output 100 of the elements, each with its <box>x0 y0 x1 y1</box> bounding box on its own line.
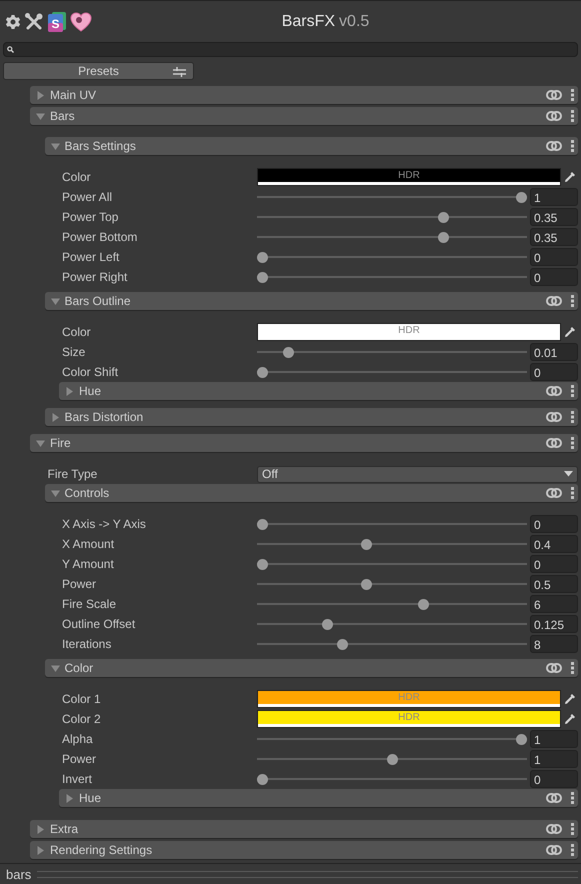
link-icon[interactable] <box>546 141 562 151</box>
caret-icon <box>564 471 573 477</box>
slider-thumb[interactable] <box>322 618 333 630</box>
presets-button[interactable]: Presets <box>3 62 194 80</box>
section-header[interactable]: Bars <box>30 107 578 125</box>
section-title: Color <box>64 661 94 675</box>
link-icon[interactable] <box>546 90 562 100</box>
value-field[interactable]: 0 <box>530 268 578 286</box>
slider-thumb[interactable] <box>257 252 268 262</box>
value-field[interactable]: 0 <box>530 515 578 533</box>
slider-thumb[interactable] <box>337 638 348 650</box>
link-icon[interactable] <box>546 488 562 498</box>
menu-icon[interactable] <box>571 110 574 122</box>
tools-icon[interactable] <box>24 12 44 32</box>
slider-thumb[interactable] <box>257 518 268 530</box>
link-icon[interactable] <box>546 386 562 396</box>
value-field[interactable]: 0 <box>530 363 578 381</box>
collapsed-triangle-icon[interactable] <box>65 794 74 802</box>
link-icon[interactable] <box>546 793 562 803</box>
property-label: Fire Type <box>48 467 98 481</box>
collapsed-triangle-icon[interactable] <box>50 412 60 422</box>
value-field[interactable]: 0 <box>530 770 578 788</box>
value-field[interactable]: 0 <box>530 248 578 266</box>
menu-icon[interactable] <box>571 140 574 152</box>
collapsed-triangle-icon[interactable] <box>36 90 45 100</box>
section-header[interactable]: Bars Distortion <box>44 408 578 426</box>
menu-icon[interactable] <box>571 662 574 674</box>
expanded-triangle-icon[interactable] <box>50 142 60 150</box>
section-title: Bars <box>50 109 76 123</box>
slider-thumb[interactable] <box>438 232 450 242</box>
section-header[interactable]: Hue <box>59 382 578 400</box>
link-icon[interactable] <box>546 845 562 855</box>
eyedropper-icon[interactable] <box>564 171 576 183</box>
gear-icon[interactable] <box>5 14 21 30</box>
slider-thumb[interactable] <box>516 734 527 744</box>
value-field[interactable]: 0.5 <box>530 575 578 593</box>
menu-icon[interactable] <box>571 487 574 499</box>
section-header[interactable]: Main UV <box>30 86 578 104</box>
menu-icon[interactable] <box>571 385 574 397</box>
section-header[interactable]: Controls <box>44 484 578 502</box>
slider-thumb[interactable] <box>360 578 372 590</box>
section-header[interactable]: Hue <box>59 789 578 807</box>
value-field[interactable]: 0.125 <box>530 615 578 633</box>
section-title: Fire <box>50 436 72 450</box>
menu-icon[interactable] <box>571 437 574 449</box>
collapsed-triangle-icon[interactable] <box>65 386 74 396</box>
slider-thumb[interactable] <box>257 272 268 282</box>
link-icon[interactable] <box>546 663 562 673</box>
collapsed-triangle-icon[interactable] <box>36 824 45 834</box>
menu-icon[interactable] <box>571 411 574 423</box>
value-field[interactable]: 1 <box>530 188 578 206</box>
expanded-triangle-icon[interactable] <box>50 488 60 498</box>
eyedropper-icon[interactable] <box>564 713 576 725</box>
value-field[interactable]: 0.4 <box>530 535 578 553</box>
menu-icon[interactable] <box>571 792 574 804</box>
search-field[interactable] <box>3 42 578 57</box>
section-header[interactable]: Color <box>44 659 578 677</box>
value-field[interactable]: 8 <box>530 635 578 653</box>
slider-thumb[interactable] <box>282 346 294 358</box>
heart-icon[interactable] <box>70 12 92 32</box>
link-icon[interactable] <box>546 412 562 422</box>
value-field[interactable]: 0.35 <box>530 228 578 246</box>
eyedropper-icon[interactable] <box>564 693 576 705</box>
section-header[interactable]: Bars Outline <box>44 292 578 310</box>
section-header[interactable]: Fire <box>30 434 578 452</box>
menu-icon[interactable] <box>571 844 574 856</box>
value-field[interactable]: 0.35 <box>530 208 578 226</box>
value-field[interactable]: 1 <box>530 750 578 768</box>
link-icon[interactable] <box>546 111 562 121</box>
slider-thumb[interactable] <box>360 538 372 550</box>
color-field[interactable]: HDR <box>257 323 561 341</box>
color-field[interactable]: HDR <box>257 168 561 186</box>
expanded-triangle-icon[interactable] <box>36 438 45 448</box>
menu-icon[interactable] <box>571 89 574 101</box>
property-label: Color Shift <box>62 365 120 379</box>
slider-thumb[interactable] <box>516 192 527 202</box>
expanded-triangle-icon[interactable] <box>50 296 60 306</box>
slider-thumb[interactable] <box>257 558 268 570</box>
slider-thumb[interactable] <box>438 212 450 222</box>
slider-thumb[interactable] <box>386 754 398 764</box>
expanded-triangle-icon[interactable] <box>36 112 45 120</box>
section-header[interactable]: Extra <box>30 820 578 838</box>
eyedropper-icon[interactable] <box>564 326 576 338</box>
slider-thumb[interactable] <box>418 598 429 610</box>
value-field[interactable]: 1 <box>530 730 578 748</box>
menu-icon[interactable] <box>571 823 574 835</box>
section-header[interactable]: Bars Settings <box>44 137 578 155</box>
slider-thumb[interactable] <box>257 366 268 378</box>
dropdown[interactable]: Off <box>257 466 578 482</box>
link-icon[interactable] <box>546 824 562 834</box>
link-icon[interactable] <box>546 438 562 448</box>
menu-icon[interactable] <box>571 295 574 307</box>
section-header[interactable]: Rendering Settings <box>30 841 578 859</box>
collapsed-triangle-icon[interactable] <box>36 846 45 854</box>
value-field[interactable]: 0.01 <box>530 343 578 361</box>
slider-thumb[interactable] <box>257 774 268 784</box>
expanded-triangle-icon[interactable] <box>50 664 60 672</box>
value-field[interactable]: 0 <box>530 555 578 573</box>
link-icon[interactable] <box>546 296 562 306</box>
value-field[interactable]: 6 <box>530 595 578 613</box>
